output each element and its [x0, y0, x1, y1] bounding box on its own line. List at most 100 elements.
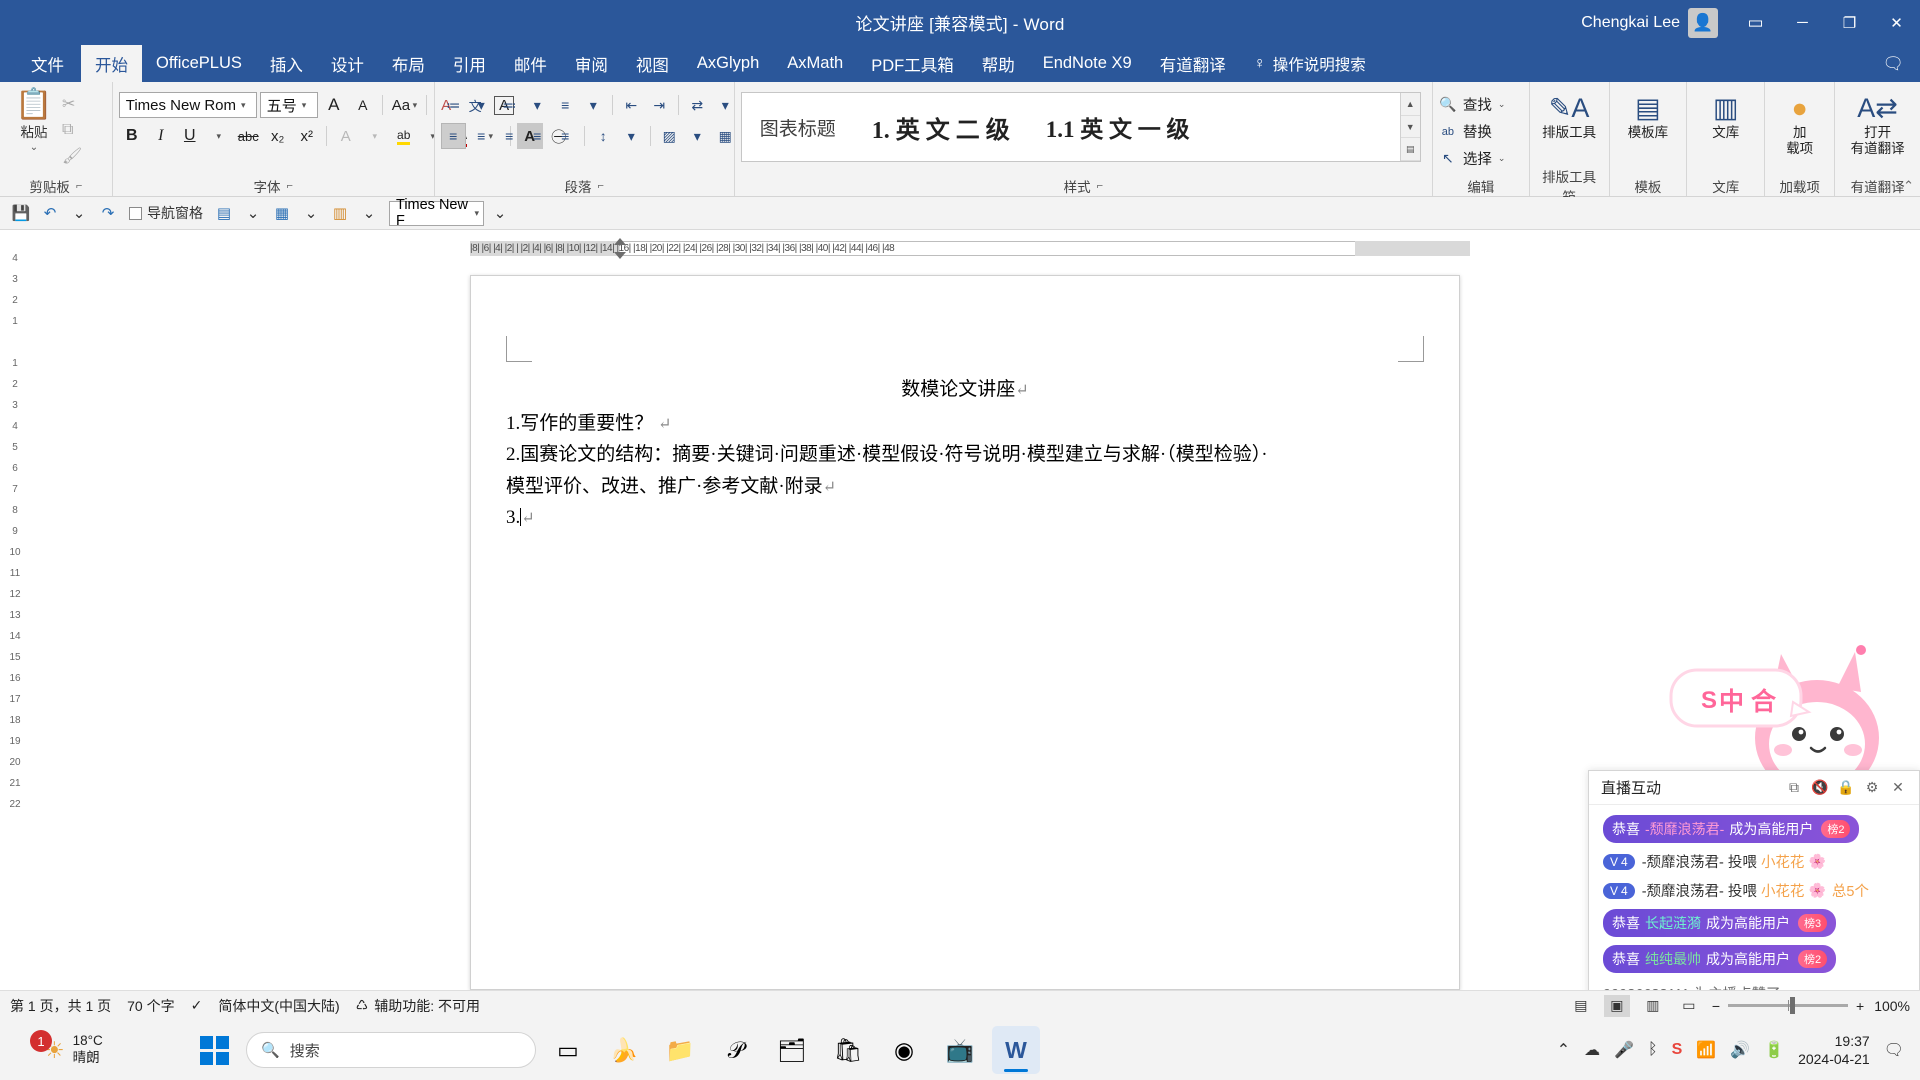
chevron-down-icon[interactable]: ▾	[410, 100, 418, 111]
tab-design[interactable]: 设计	[317, 45, 378, 82]
horizontal-ruler[interactable]: |8| |6| |4| |2| | |2| |4| |6| |8| |10| |…	[470, 238, 1470, 259]
bilibili-icon[interactable]: 📺	[936, 1026, 984, 1074]
start-button[interactable]	[190, 1026, 238, 1074]
word-icon[interactable]: W	[992, 1026, 1040, 1074]
line-spacing-chevron-down-icon[interactable]: ▾	[619, 123, 644, 149]
save-icon[interactable]: 💾	[8, 200, 34, 226]
taskbar-search[interactable]: 🔍 搜索	[246, 1032, 536, 1068]
align-left-button[interactable]: ≡	[440, 123, 466, 149]
zoom-thumb[interactable]	[1790, 997, 1796, 1014]
select-button[interactable]: ↖ 选择 ⌄	[1439, 148, 1505, 169]
paste-caret-icon[interactable]: ⌄	[30, 142, 38, 153]
tab-officeplus[interactable]: OfficePLUS	[142, 45, 256, 82]
accessibility-indicator[interactable]: ♺ 辅助功能: 不可用	[356, 996, 496, 1016]
document-page[interactable]: 数模论文讲座↵ 1.写作的重要性？ ↵ 2.国赛论文的结构：摘要·关键词·问题重…	[470, 275, 1460, 990]
numbering-button[interactable]: ≕	[497, 92, 522, 118]
styles-scroll-up-icon[interactable]: ▲	[1400, 93, 1420, 116]
redo-icon[interactable]: ↷	[95, 200, 121, 226]
align-right-button[interactable]: ≡	[497, 123, 522, 149]
tab-file[interactable]: 文件	[14, 45, 81, 82]
qat-more-icon[interactable]: ⌄	[487, 200, 513, 226]
paragraph-dialog-launcher-icon[interactable]: ⌐	[598, 180, 604, 192]
styles-gallery[interactable]: 图表标题 1. 英 文 二 级 1.1 英 文 一 级 ▲ ▼ ▤	[740, 92, 1421, 162]
clock[interactable]: 19:37 2024-04-21	[1798, 1032, 1870, 1068]
table-chevron-down-icon[interactable]: ⌄	[240, 200, 266, 226]
underline-button[interactable]: U	[177, 123, 203, 149]
styles-dialog-launcher-icon[interactable]: ⌐	[1097, 180, 1103, 192]
bold-button[interactable]: B	[119, 123, 145, 149]
sogou-icon[interactable]: S	[1672, 1041, 1683, 1059]
multilevel-list-button[interactable]: ≡	[553, 92, 578, 118]
weather-widget[interactable]: 1 ☀ 18°C 晴朗	[0, 1030, 190, 1067]
zoom-out-button[interactable]: −	[1712, 998, 1720, 1014]
change-case-button[interactable]: Aa ▾	[389, 92, 420, 118]
table2-chevron-down-icon[interactable]: ⌄	[298, 200, 324, 226]
store-icon[interactable]: 🛍	[824, 1026, 872, 1074]
line-spacing-button[interactable]: ↕	[591, 123, 616, 149]
zoom-slider[interactable]: − +	[1712, 997, 1864, 1014]
find-button[interactable]: 🔍 查找 ⌄	[1439, 94, 1506, 115]
language-indicator[interactable]: 简体中文(中国大陆)	[218, 996, 355, 1016]
style-item-heading-1[interactable]: 1.1 英 文 一 级	[1028, 93, 1208, 161]
navigation-pane-checkbox[interactable]	[129, 206, 142, 220]
shrink-font-button[interactable]: A	[350, 92, 376, 118]
tab-insert[interactable]: 插入	[256, 45, 317, 82]
align-center-button[interactable]: ≡	[469, 123, 494, 149]
tab-axmath[interactable]: AxMath	[773, 45, 857, 82]
style-item-heading-2[interactable]: 1. 英 文 二 级	[854, 93, 1028, 161]
tab-layout[interactable]: 布局	[378, 45, 439, 82]
folder-icon[interactable]: 📁	[656, 1026, 704, 1074]
zoom-track[interactable]	[1728, 997, 1848, 1014]
tab-axglyph[interactable]: AxGlyph	[683, 45, 773, 82]
collapse-ribbon-button[interactable]: ⌃	[1903, 178, 1914, 194]
tell-me-search[interactable]: ♀ 操作说明搜索	[1254, 45, 1366, 82]
multilevel-chevron-down-icon[interactable]: ▾	[581, 92, 606, 118]
notification-center-icon[interactable]: 🗨	[1884, 1040, 1904, 1060]
undo-icon[interactable]: ↶	[37, 200, 63, 226]
screen-icon[interactable]: ⧉	[1781, 775, 1807, 801]
font-size-combo[interactable]: 五号 ▾	[259, 92, 318, 118]
chevron-down-icon[interactable]: ▾	[241, 100, 246, 111]
task-view-button[interactable]: ▭	[544, 1026, 592, 1074]
text-effects-button[interactable]: A	[333, 123, 359, 149]
table-layout-icon[interactable]: ▥	[327, 200, 353, 226]
zoom-level[interactable]: 100%	[1874, 998, 1910, 1014]
open-youdao-button[interactable]: A⇄ 打开 有道翻译	[1847, 86, 1909, 156]
typesetting-tool-button[interactable]: ✎A 排版工具	[1537, 86, 1601, 141]
volume-icon[interactable]: 🔊	[1730, 1040, 1750, 1060]
find-chevron-down-icon[interactable]: ⌄	[1498, 99, 1506, 110]
pi-icon[interactable]: 𝒫	[712, 1026, 760, 1074]
library-button[interactable]: ▥ 文库	[1694, 86, 1758, 141]
lock-icon[interactable]: 🔒	[1833, 775, 1859, 801]
tab-endnote[interactable]: EndNote X9	[1029, 45, 1146, 82]
tab-pdf-toolbox[interactable]: PDF工具箱	[857, 45, 968, 82]
first-line-indent-marker[interactable]	[614, 238, 626, 245]
gear-icon[interactable]: ⚙	[1859, 775, 1885, 801]
shading-chevron-down-icon[interactable]: ▾	[685, 123, 710, 149]
gift-user-name[interactable]: -颓靡浪荡君-	[1642, 851, 1724, 872]
styles-scroll-down-icon[interactable]: ▼	[1400, 115, 1420, 139]
wifi-icon[interactable]: 📶	[1696, 1040, 1716, 1060]
word-count[interactable]: 70 个字	[127, 996, 190, 1016]
decrease-indent-button[interactable]: ⇤	[619, 92, 644, 118]
tab-review[interactable]: 审阅	[561, 45, 622, 82]
format-painter-icon[interactable]: 🖌	[62, 146, 82, 166]
bullets-chevron-down-icon[interactable]: ▾	[469, 92, 494, 118]
italic-button[interactable]: I	[148, 123, 174, 149]
gift-user-name[interactable]: -颓靡浪荡君-	[1642, 880, 1724, 901]
web-layout-button[interactable]: ▥	[1640, 995, 1666, 1017]
text-effects-chevron-down-icon[interactable]: ▾	[362, 123, 388, 149]
mute-icon[interactable]: 🔇	[1807, 775, 1833, 801]
pill-user-name[interactable]: -颓靡浪荡君-	[1645, 819, 1724, 839]
paste-button[interactable]: 📋 粘贴 ⌄	[6, 90, 62, 154]
banana-icon[interactable]: 🍌	[600, 1026, 648, 1074]
grow-font-button[interactable]: A	[321, 92, 347, 118]
template-library-button[interactable]: ▤ 模板库	[1616, 86, 1680, 141]
tab-home[interactable]: 开始	[81, 45, 142, 82]
pill-user-name[interactable]: 长起涟漪	[1645, 913, 1701, 933]
distribute-button[interactable]: ≡	[553, 123, 578, 149]
table3-chevron-down-icon[interactable]: ⌄	[356, 200, 382, 226]
comment-icon[interactable]: 🗨	[1882, 45, 1904, 82]
font-dialog-launcher-icon[interactable]: ⌐	[287, 180, 293, 192]
chevron-up-icon[interactable]: ⌃	[1557, 1040, 1570, 1060]
